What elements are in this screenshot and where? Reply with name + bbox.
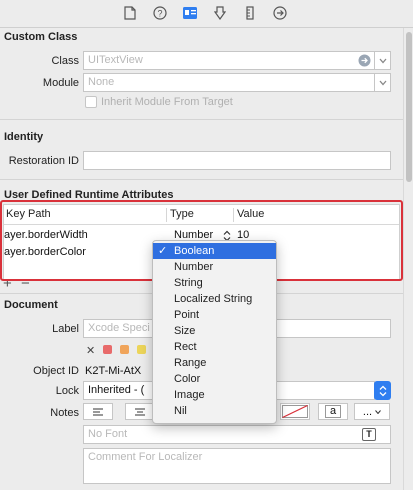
label-label: Label xyxy=(52,323,79,335)
lock-label: Lock xyxy=(55,385,79,397)
text-color-button[interactable]: a xyxy=(318,403,348,420)
checkmark-icon: ✓ xyxy=(158,245,168,257)
more-options-button[interactable]: ... xyxy=(354,403,390,420)
color-swatch-yellow[interactable] xyxy=(137,345,146,354)
document-title: Document xyxy=(4,299,58,311)
more-glyph: ... xyxy=(362,405,373,418)
custom-class-title: Custom Class xyxy=(4,31,78,43)
restoration-id-label: Restoration ID xyxy=(8,155,79,167)
align-center-button[interactable] xyxy=(125,403,155,420)
align-left-icon xyxy=(93,408,103,415)
object-id-value: K2T-Mi-AtX xyxy=(85,365,142,377)
color-swatch-red[interactable] xyxy=(103,345,112,354)
menu-item-boolean[interactable]: ✓ Boolean xyxy=(153,243,276,259)
class-label: Class xyxy=(51,55,79,67)
menu-item-point[interactable]: Point xyxy=(153,307,276,323)
column-separator xyxy=(233,208,234,222)
menu-item-color[interactable]: Color xyxy=(153,371,276,387)
inherit-module-checkbox[interactable] xyxy=(85,96,97,108)
notes-label: Notes xyxy=(50,407,79,419)
text-color-glyph: a xyxy=(324,405,342,418)
class-dropdown-button[interactable] xyxy=(374,51,391,70)
menu-item-image[interactable]: Image xyxy=(153,387,276,403)
column-key-path[interactable]: Key Path xyxy=(6,208,51,220)
menu-item-number[interactable]: Number xyxy=(153,259,276,275)
chevron-down-icon xyxy=(375,409,381,414)
runtime-attributes-title: User Defined Runtime Attributes xyxy=(4,189,174,201)
inspector-toolbar: ? xyxy=(0,0,413,28)
row-key-path[interactable]: ayer.borderColor xyxy=(4,246,86,258)
inherit-module-label: Inherit Module From Target xyxy=(101,96,233,108)
scrollbar[interactable] xyxy=(403,28,413,490)
menu-item-range[interactable]: Range xyxy=(153,355,276,371)
menu-item-rect[interactable]: Rect xyxy=(153,339,276,355)
add-attribute-button[interactable]: + xyxy=(3,276,12,291)
help-icon[interactable]: ? xyxy=(152,5,168,21)
ruler-icon[interactable] xyxy=(242,5,258,21)
no-color-button[interactable] xyxy=(280,403,310,420)
stepper-icon xyxy=(379,385,386,396)
connections-icon[interactable] xyxy=(272,5,288,21)
color-swatch-orange[interactable] xyxy=(120,345,129,354)
divider xyxy=(0,179,403,180)
restoration-id-field[interactable] xyxy=(83,151,391,170)
no-color-icon xyxy=(282,405,308,418)
remove-attribute-button[interactable]: − xyxy=(21,276,30,291)
menu-item-string[interactable]: String xyxy=(153,275,276,291)
chevron-down-icon xyxy=(379,58,386,63)
object-id-label: Object ID xyxy=(33,365,79,377)
column-type[interactable]: Type xyxy=(170,208,194,220)
clear-color-button[interactable]: ✕ xyxy=(86,344,95,357)
attributes-icon[interactable] xyxy=(212,5,228,21)
divider xyxy=(0,119,403,120)
column-value[interactable]: Value xyxy=(237,208,264,220)
class-field[interactable]: UITextView xyxy=(83,51,375,70)
type-popup-menu: ✓ Boolean Number String Localized String … xyxy=(152,240,277,424)
table-header: Key Path Type Value xyxy=(4,205,399,225)
identity-title: Identity xyxy=(4,131,44,143)
column-separator xyxy=(166,208,167,222)
scroll-thumb[interactable] xyxy=(406,32,412,182)
identity-icon[interactable] xyxy=(182,5,198,21)
module-label: Module xyxy=(42,77,79,89)
lock-select-button[interactable] xyxy=(374,381,391,400)
menu-item-nil[interactable]: Nil xyxy=(153,403,276,419)
comment-field[interactable]: Comment For Localizer xyxy=(83,448,391,484)
menu-item-localized-string[interactable]: Localized String xyxy=(153,291,276,307)
font-picker-icon[interactable]: T xyxy=(362,428,376,441)
class-go-icon[interactable] xyxy=(358,54,372,68)
align-center-icon xyxy=(135,408,145,415)
menu-item-size[interactable]: Size xyxy=(153,323,276,339)
module-dropdown-button[interactable] xyxy=(374,73,391,92)
font-field[interactable]: No Font xyxy=(83,425,391,444)
row-key-path[interactable]: ayer.borderWidth xyxy=(4,229,88,241)
chevron-down-icon xyxy=(379,80,386,85)
module-field[interactable]: None xyxy=(83,73,375,92)
align-left-button[interactable] xyxy=(83,403,113,420)
menu-item-label: Boolean xyxy=(174,245,215,257)
file-icon[interactable] xyxy=(122,5,138,21)
svg-text:?: ? xyxy=(157,9,162,19)
